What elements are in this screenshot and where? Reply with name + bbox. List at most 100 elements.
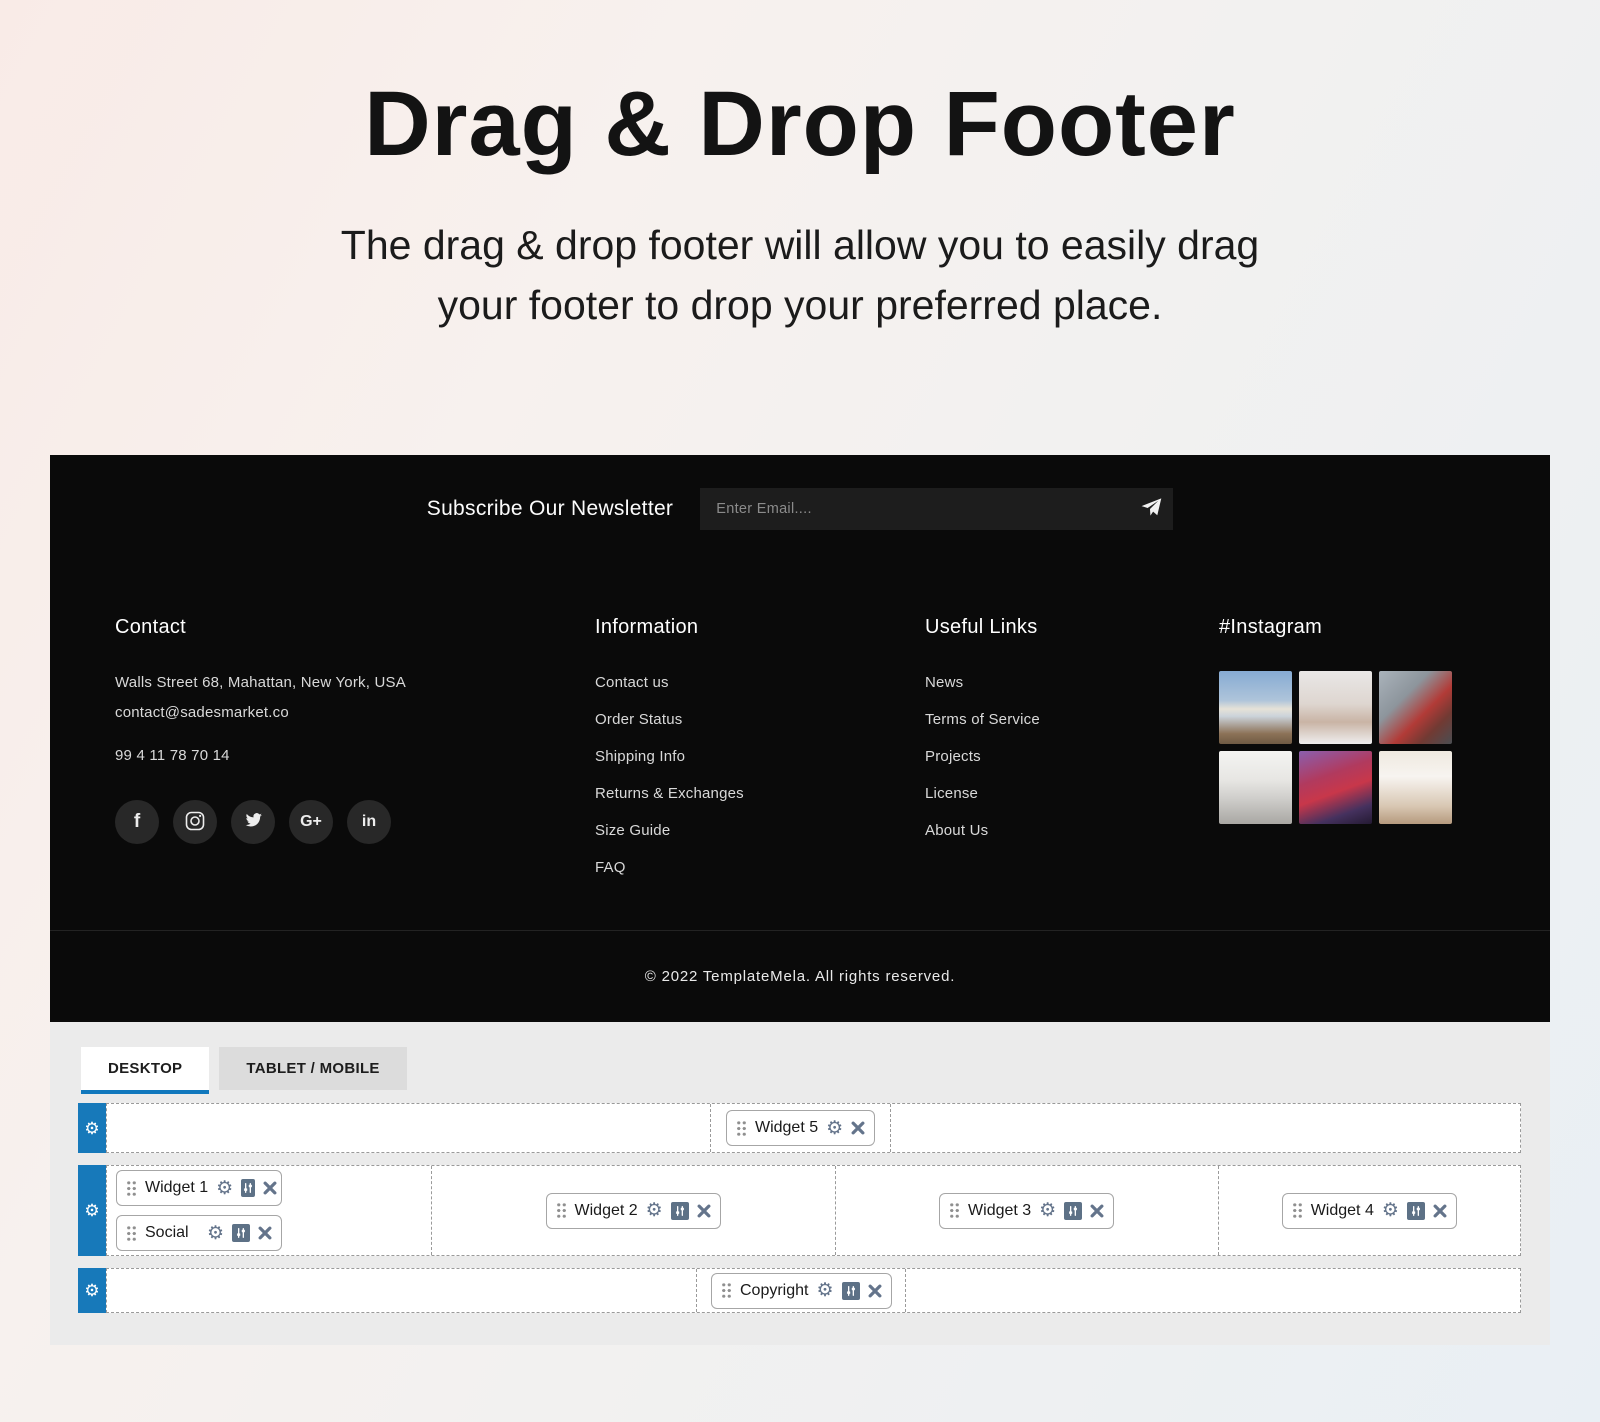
column-settings-icon[interactable]: [232, 1224, 250, 1242]
drag-handle-icon[interactable]: [556, 1202, 567, 1219]
drop-cell: Widget 1 Social: [107, 1166, 431, 1255]
information-heading: Information: [595, 613, 925, 641]
drop-cell: Widget 3: [835, 1166, 1218, 1255]
gear-icon: [84, 1120, 99, 1137]
widget-label: Widget 5: [755, 1119, 818, 1137]
remove-widget-icon[interactable]: [697, 1204, 711, 1218]
remove-widget-icon[interactable]: [258, 1226, 272, 1240]
widget-label: Copyright: [740, 1282, 808, 1300]
drop-cell: Widget 4: [1218, 1166, 1520, 1255]
instagram-photo[interactable]: [1379, 671, 1452, 744]
google-plus-icon: G+: [300, 813, 322, 831]
footer-link[interactable]: About Us: [925, 819, 1219, 843]
instagram-button[interactable]: [173, 800, 217, 844]
widget-label: Widget 1: [145, 1179, 208, 1197]
widget-settings-gear-icon[interactable]: [646, 1201, 663, 1220]
email-input[interactable]: [700, 488, 1173, 530]
column-settings-icon[interactable]: [671, 1202, 689, 1220]
footer-link[interactable]: FAQ: [595, 856, 925, 880]
widget-chip-widget4[interactable]: Widget 4: [1282, 1193, 1457, 1229]
useful-links-heading: Useful Links: [925, 613, 1219, 641]
footer-link[interactable]: Order Status: [595, 708, 925, 732]
column-settings-icon[interactable]: [842, 1282, 860, 1300]
twitter-button[interactable]: [231, 800, 275, 844]
row-settings-button[interactable]: [78, 1268, 106, 1313]
footer-column-contact: Contact Walls Street 68, Mahattan, New Y…: [115, 613, 595, 893]
footer-link[interactable]: Returns & Exchanges: [595, 782, 925, 806]
column-settings-icon[interactable]: [1407, 1202, 1425, 1220]
drop-cell: [905, 1269, 1520, 1312]
row-settings-button[interactable]: [78, 1103, 106, 1153]
contact-phone: 99 4 11 78 70 14: [115, 747, 595, 764]
subtitle-line-2: your footer to drop your preferred place…: [0, 275, 1600, 335]
drop-cell: Copyright: [696, 1269, 905, 1312]
facebook-button[interactable]: f: [115, 800, 159, 844]
instagram-photo[interactable]: [1219, 671, 1292, 744]
send-button[interactable]: [1141, 498, 1162, 520]
remove-widget-icon[interactable]: [1090, 1204, 1104, 1218]
contact-heading: Contact: [115, 613, 595, 641]
column-settings-icon[interactable]: [1064, 1202, 1082, 1220]
instagram-photo[interactable]: [1299, 671, 1372, 744]
column-settings-icon[interactable]: [241, 1179, 255, 1197]
widget-label: Widget 3: [968, 1202, 1031, 1220]
linkedin-button[interactable]: in: [347, 800, 391, 844]
contact-details: Walls Street 68, Mahattan, New York, USA…: [115, 671, 595, 725]
footer-preview-panel: Subscribe Our Newsletter Contact Walls S…: [50, 455, 1550, 1022]
widget-chip-social[interactable]: Social: [116, 1215, 282, 1251]
drag-handle-icon[interactable]: [1292, 1202, 1303, 1219]
google-plus-button[interactable]: G+: [289, 800, 333, 844]
footer-link[interactable]: Terms of Service: [925, 708, 1219, 732]
widget-settings-gear-icon[interactable]: [1039, 1201, 1056, 1220]
instagram-photo[interactable]: [1219, 751, 1292, 824]
remove-widget-icon[interactable]: [851, 1121, 865, 1135]
widget-chip-widget2[interactable]: Widget 2: [546, 1193, 721, 1229]
tab-desktop[interactable]: DESKTOP: [81, 1047, 209, 1094]
widget-settings-gear-icon[interactable]: [816, 1281, 833, 1300]
device-tabs: DESKTOP TABLET / MOBILE: [81, 1047, 407, 1094]
contact-email[interactable]: contact@sadesmarket.co: [115, 701, 595, 725]
footer-builder-panel: DESKTOP TABLET / MOBILE Widget 5: [50, 1022, 1550, 1345]
drop-cell: [107, 1104, 710, 1152]
widget-settings-gear-icon[interactable]: [207, 1224, 224, 1243]
facebook-icon: f: [134, 811, 140, 833]
tab-tablet-mobile[interactable]: TABLET / MOBILE: [219, 1047, 406, 1090]
drag-handle-icon[interactable]: [736, 1120, 747, 1137]
remove-widget-icon[interactable]: [1433, 1204, 1447, 1218]
instagram-photo[interactable]: [1299, 751, 1372, 824]
row-settings-button[interactable]: [78, 1165, 106, 1256]
remove-widget-icon[interactable]: [868, 1284, 882, 1298]
drag-handle-icon[interactable]: [126, 1225, 137, 1242]
row-cells: Widget 5: [106, 1103, 1521, 1153]
widget-chip-widget1[interactable]: Widget 1: [116, 1170, 282, 1206]
widget-chip-widget5[interactable]: Widget 5: [726, 1110, 875, 1146]
footer-column-information: Information Contact us Order Status Ship…: [595, 613, 925, 893]
drag-handle-icon[interactable]: [126, 1180, 137, 1197]
builder-rows: Widget 5: [78, 1103, 1521, 1313]
widget-chip-copyright[interactable]: Copyright: [711, 1273, 892, 1309]
paper-plane-icon: [1141, 498, 1162, 520]
page-title: Drag & Drop Footer: [0, 72, 1600, 177]
drop-cell: [107, 1269, 696, 1312]
copyright-bar: © 2022 TemplateMela. All rights reserved…: [50, 930, 1550, 1022]
footer-link[interactable]: Size Guide: [595, 819, 925, 843]
remove-widget-icon[interactable]: [263, 1181, 277, 1195]
footer-link[interactable]: License: [925, 782, 1219, 806]
footer-link[interactable]: Contact us: [595, 671, 925, 695]
widget-chip-widget3[interactable]: Widget 3: [939, 1193, 1114, 1229]
footer-link[interactable]: News: [925, 671, 1219, 695]
footer-link[interactable]: Projects: [925, 745, 1219, 769]
hero-section: Drag & Drop Footer The drag & drop foote…: [0, 0, 1600, 336]
drag-handle-icon[interactable]: [949, 1202, 960, 1219]
gear-icon: [84, 1202, 99, 1219]
page-subtitle: The drag & drop footer will allow you to…: [0, 215, 1600, 336]
builder-row-top: Widget 5: [78, 1103, 1521, 1153]
footer-link[interactable]: Shipping Info: [595, 745, 925, 769]
contact-address: Walls Street 68, Mahattan, New York, USA: [115, 671, 595, 695]
drag-handle-icon[interactable]: [721, 1282, 732, 1299]
instagram-photo[interactable]: [1379, 751, 1452, 824]
widget-settings-gear-icon[interactable]: [826, 1119, 843, 1138]
row-cells: Widget 1 Social: [106, 1165, 1521, 1256]
widget-settings-gear-icon[interactable]: [1382, 1201, 1399, 1220]
widget-settings-gear-icon[interactable]: [216, 1179, 233, 1198]
